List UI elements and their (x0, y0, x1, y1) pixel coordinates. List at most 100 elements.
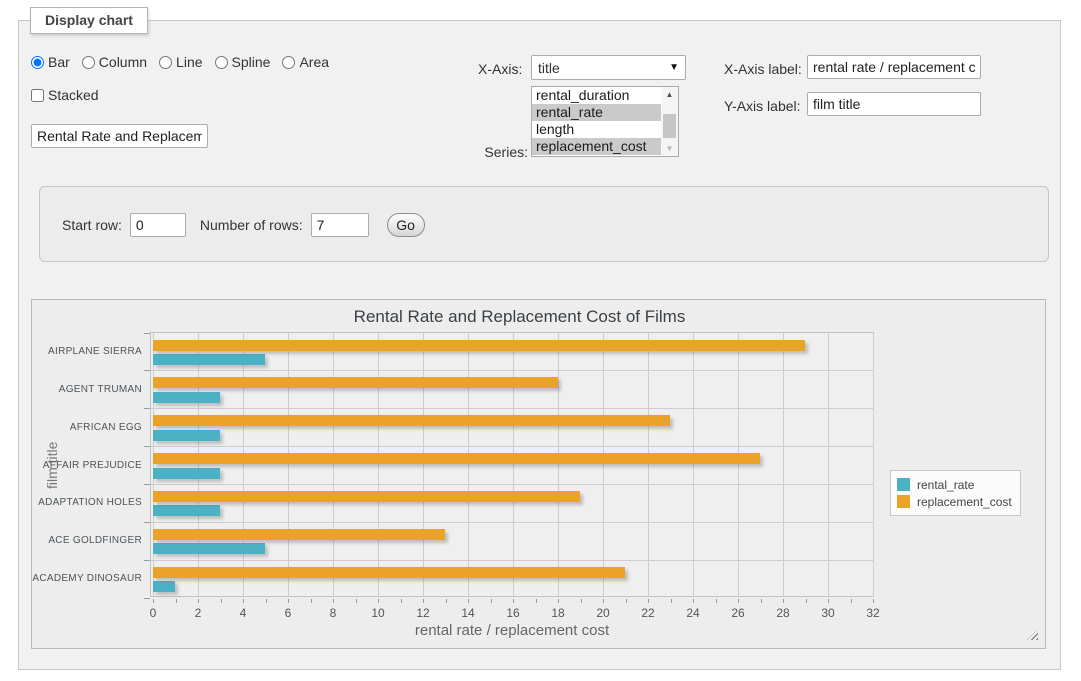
stacked-option[interactable]: Stacked (31, 87, 99, 103)
series-scrollbar[interactable]: ▲ ▼ (661, 87, 678, 156)
series-listbox[interactable]: rental_durationrental_ratelengthreplacem… (531, 86, 679, 157)
gridline (151, 484, 873, 485)
chart-type-radio-bar[interactable] (31, 56, 44, 69)
category-label: AFRICAN EGG (32, 422, 142, 433)
y-axis-label-input[interactable] (807, 92, 981, 116)
x-axis-select[interactable]: title ▼ (531, 55, 686, 80)
x-tick (851, 599, 852, 603)
x-tick-label: 16 (495, 606, 531, 620)
x-axis-label-input[interactable] (807, 55, 981, 79)
category-label: AGENT TRUMAN (32, 384, 142, 395)
y-tick (144, 446, 150, 447)
series-option-length[interactable]: length (532, 121, 662, 138)
x-tick (288, 599, 289, 603)
chart-type-option-column[interactable]: Column (82, 54, 147, 70)
gridline (468, 333, 469, 596)
x-tick (311, 599, 312, 603)
chart-type-option-line[interactable]: Line (159, 54, 202, 70)
chart-type-label: Bar (48, 54, 70, 70)
category-label: AIRPLANE SIERRA (32, 346, 142, 357)
chart-type-option-spline[interactable]: Spline (215, 54, 271, 70)
x-tick (401, 599, 402, 603)
bar-rental_rate (153, 581, 175, 592)
x-tick (873, 599, 874, 603)
resize-handle-icon[interactable] (1027, 629, 1038, 640)
gridline (738, 333, 739, 596)
gridline (288, 333, 289, 596)
chart-legend: rental_ratereplacement_cost (890, 470, 1021, 516)
x-tick (333, 599, 334, 603)
x-tick (783, 599, 784, 603)
gridline (828, 333, 829, 596)
x-tick-label: 24 (675, 606, 711, 620)
chart-type-radio-area[interactable] (282, 56, 295, 69)
gridline (151, 560, 873, 561)
scroll-up-icon[interactable]: ▲ (661, 87, 678, 102)
x-tick (468, 599, 469, 603)
stacked-checkbox[interactable] (31, 89, 44, 102)
chart-type-radio-column[interactable] (82, 56, 95, 69)
gridline (873, 333, 874, 596)
start-row-label: Start row: (62, 217, 122, 233)
x-tick (806, 599, 807, 603)
x-tick (266, 599, 267, 603)
chart-type-radio-line[interactable] (159, 56, 172, 69)
chart-type-radio-spline[interactable] (215, 56, 228, 69)
series-option-rental_rate[interactable]: rental_rate (532, 104, 662, 121)
num-rows-input[interactable] (311, 213, 369, 237)
x-tick (446, 599, 447, 603)
display-chart-fieldset: BarColumnLineSplineArea Stacked X-Axis: … (18, 20, 1061, 670)
x-tick-label: 26 (720, 606, 756, 620)
bar-rental_rate (153, 505, 220, 516)
x-tick (693, 599, 694, 603)
bar-rental_rate (153, 430, 220, 441)
fieldset-legend: Display chart (30, 7, 148, 34)
bar-replacement_cost (153, 415, 670, 426)
start-row-input[interactable] (130, 213, 186, 237)
gridline (513, 333, 514, 596)
x-tick (671, 599, 672, 603)
x-tick (198, 599, 199, 603)
x-tick-label: 2 (180, 606, 216, 620)
gridline (151, 446, 873, 447)
chart-type-option-bar[interactable]: Bar (31, 54, 70, 70)
dropdown-arrow-icon: ▼ (669, 62, 679, 73)
gridline (151, 408, 873, 409)
x-tick-label: 6 (270, 606, 306, 620)
chart-title-input[interactable] (31, 124, 208, 148)
bar-replacement_cost (153, 340, 805, 351)
gridline (558, 333, 559, 596)
x-tick (716, 599, 717, 603)
y-tick (144, 522, 150, 523)
chart-type-label: Area (299, 54, 329, 70)
x-tick (828, 599, 829, 603)
x-tick (536, 599, 537, 603)
scrollbar-thumb[interactable] (663, 114, 676, 138)
x-tick (626, 599, 627, 603)
x-tick (378, 599, 379, 603)
series-option-rental_duration[interactable]: rental_duration (532, 87, 662, 104)
chart-x-axis-title: rental rate / replacement cost (150, 622, 874, 639)
category-label: ADAPTATION HOLES (32, 497, 142, 508)
go-button[interactable]: Go (387, 213, 425, 237)
legend-label: rental_rate (917, 478, 974, 492)
chart-type-option-area[interactable]: Area (282, 54, 329, 70)
gridline (423, 333, 424, 596)
scroll-down-icon[interactable]: ▼ (661, 141, 678, 156)
x-tick-label: 12 (405, 606, 441, 620)
x-tick (603, 599, 604, 603)
gridline (693, 333, 694, 596)
y-tick (144, 370, 150, 371)
rows-panel: Start row: Number of rows: Go (39, 186, 1049, 262)
series-options: rental_durationrental_ratelengthreplacem… (532, 87, 678, 155)
series-option-replacement_cost[interactable]: replacement_cost (532, 138, 662, 155)
y-axis-label-field-label: Y-Axis label: (724, 98, 801, 114)
bar-replacement_cost (153, 377, 558, 388)
x-tick (243, 599, 244, 603)
x-tick-label: 32 (855, 606, 891, 620)
x-tick (648, 599, 649, 603)
x-tick (153, 599, 154, 603)
y-tick (144, 484, 150, 485)
y-tick (144, 333, 150, 334)
gridline (783, 333, 784, 596)
